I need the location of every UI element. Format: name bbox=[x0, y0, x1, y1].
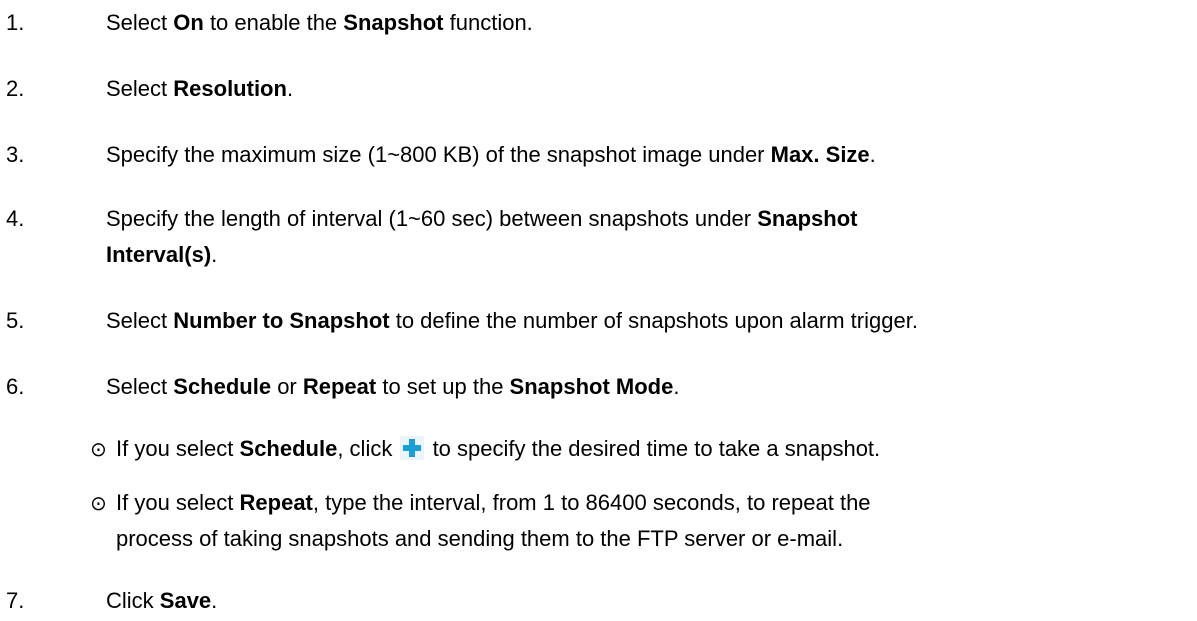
step-number: 5. bbox=[6, 308, 25, 333]
step-number: 2. bbox=[6, 76, 25, 101]
step-text: Select On to enable the Snapshot functio… bbox=[106, 10, 533, 35]
bullet-text: process of taking snapshots and sending … bbox=[116, 526, 844, 551]
step-text: Interval(s). bbox=[106, 242, 218, 267]
step-text: Click Save. bbox=[106, 588, 218, 613]
step-text: Specify the length of interval (1~60 sec… bbox=[106, 206, 858, 231]
bullet-mark: ⊙ bbox=[90, 437, 107, 461]
step-text: Specify the maximum size (1~800 KB) of t… bbox=[106, 142, 876, 167]
bullet-text: If you select Schedule, click to specify… bbox=[116, 436, 881, 461]
step-text: Select Resolution. bbox=[106, 76, 294, 101]
step-number: 1. bbox=[6, 10, 25, 35]
plus-icon bbox=[400, 436, 425, 460]
step-number: 6. bbox=[6, 374, 25, 399]
step-number: 7. bbox=[6, 588, 25, 613]
bullet-text: If you select Repeat, type the interval,… bbox=[116, 490, 871, 515]
step-number: 4. bbox=[6, 206, 25, 231]
bullet-mark: ⊙ bbox=[90, 491, 107, 515]
step-text: Select Number to Snapshot to define the … bbox=[106, 308, 918, 333]
step-text: Select Schedule or Repeat to set up the … bbox=[106, 374, 680, 399]
step-number: 3. bbox=[6, 142, 25, 167]
